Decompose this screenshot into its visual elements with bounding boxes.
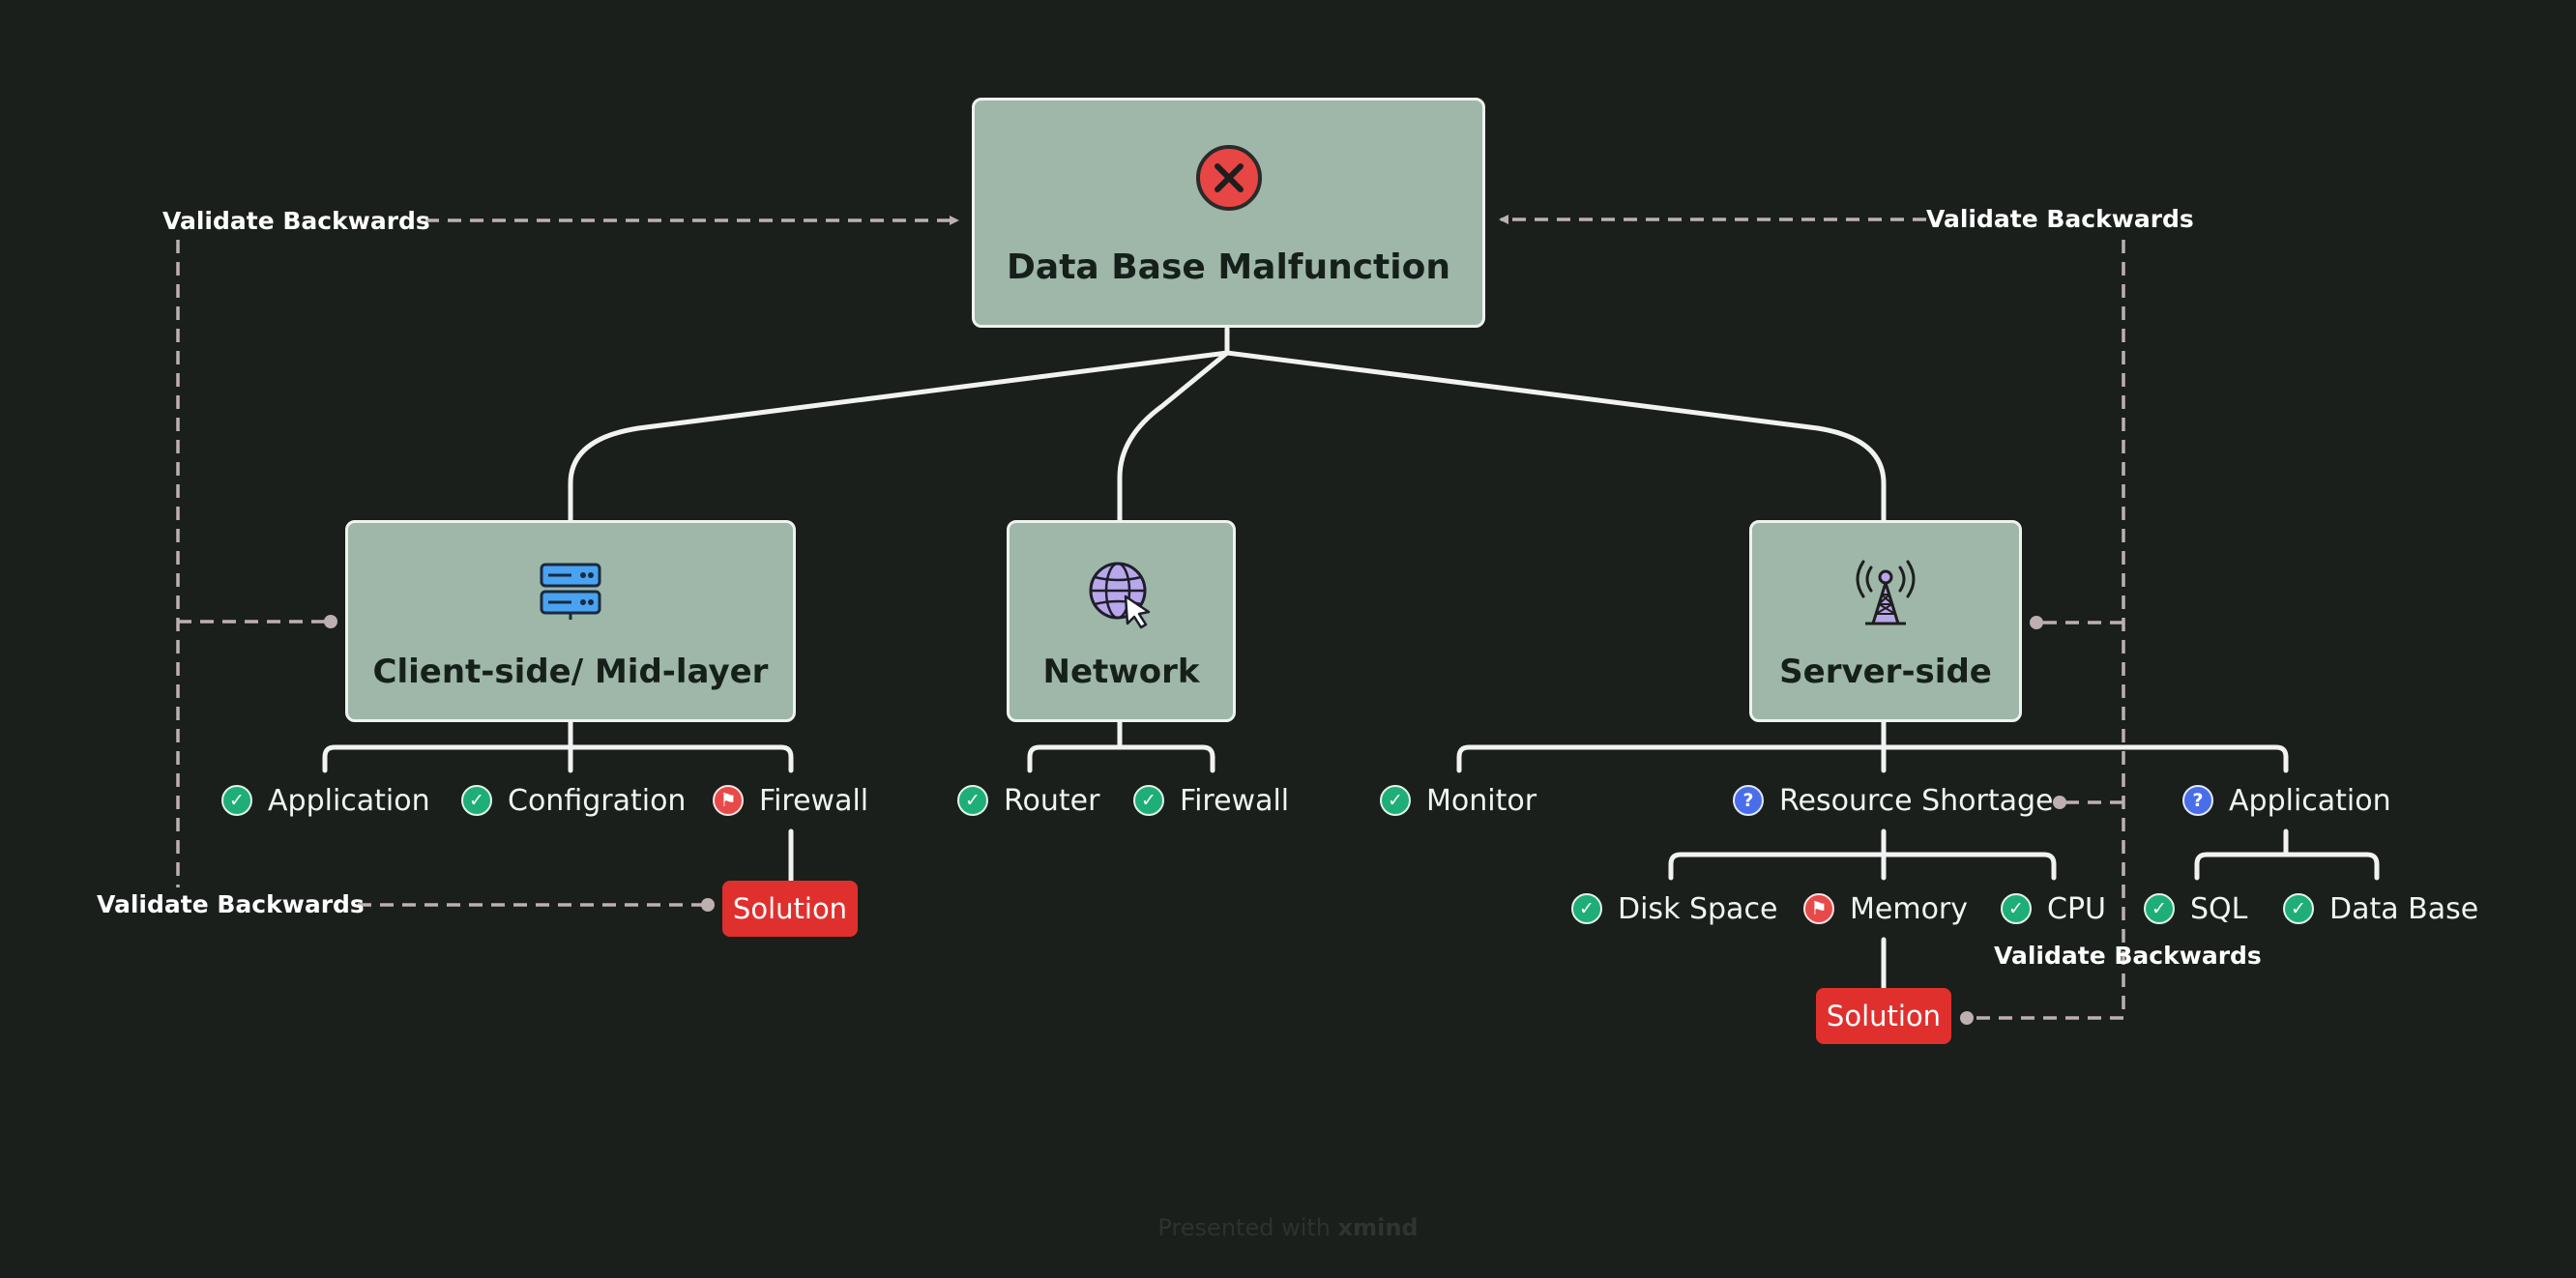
leaf-label: Firewall xyxy=(1180,783,1290,818)
relationship-label-bottom-right[interactable]: Validate Backwards xyxy=(1994,940,2262,973)
relationship-dot-bottom-left xyxy=(701,898,715,912)
flag-icon: ⚑ xyxy=(1803,893,1834,924)
relationship-label-bottom-left[interactable]: Validate Backwards xyxy=(97,888,365,921)
relationship-label-top-left[interactable]: Validate Backwards xyxy=(162,205,430,238)
server-rack-icon xyxy=(540,563,601,620)
check-icon: ✓ xyxy=(1571,893,1602,924)
x-circle-icon xyxy=(1195,145,1262,211)
check-icon: ✓ xyxy=(221,785,252,816)
leaf-label: Memory xyxy=(1850,891,1969,926)
connector-network-children xyxy=(1027,717,1215,773)
network-title: Network xyxy=(1042,653,1200,691)
leaf-application-data-base[interactable]: ✓ Data Base xyxy=(2283,889,2478,928)
leaf-label: CPU xyxy=(2047,891,2106,926)
leaf-resource-disk-space[interactable]: ✓ Disk Space xyxy=(1571,889,1777,928)
server-title: Server-side xyxy=(1779,653,1992,691)
leaf-client-application[interactable]: ✓ Application xyxy=(221,781,430,820)
connector-application-children xyxy=(2194,828,2380,881)
branch-node-client[interactable]: Client-side/ Mid-layer xyxy=(345,520,796,722)
server-solution[interactable]: Solution xyxy=(1816,988,1951,1044)
relationship-dot-bottom-right xyxy=(1960,1011,1974,1025)
globe-cursor-icon xyxy=(1089,562,1150,629)
check-icon: ✓ xyxy=(1380,785,1411,816)
leaf-server-resource-shortage[interactable]: ? Resource Shortage xyxy=(1733,781,2054,820)
connector-server-children xyxy=(1456,717,2289,773)
branch-node-server[interactable]: Server-side xyxy=(1749,520,2022,722)
flag-icon: ⚑ xyxy=(713,785,744,816)
leaf-application-sql[interactable]: ✓ SQL xyxy=(2144,889,2247,928)
leaf-client-firewall[interactable]: ⚑ Firewall xyxy=(713,781,868,820)
leaf-label: Data Base xyxy=(2329,891,2479,926)
check-icon: ✓ xyxy=(957,785,988,816)
leaf-label: Disk Space xyxy=(1618,891,1778,926)
leaf-network-firewall[interactable]: ✓ Firewall xyxy=(1133,781,1289,820)
check-icon: ✓ xyxy=(2001,893,2032,924)
leaf-label: Application xyxy=(2229,783,2391,818)
leaf-label: Firewall xyxy=(759,783,869,818)
root-title: Data Base Malfunction xyxy=(1007,247,1450,287)
radio-tower-icon xyxy=(1856,560,1916,625)
check-icon: ✓ xyxy=(2144,893,2175,924)
leaf-label: SQL xyxy=(2190,891,2248,926)
client-solution[interactable]: Solution xyxy=(722,881,858,937)
footer-watermark: Presented with xmind xyxy=(0,1214,2576,1241)
relationship-label-top-right[interactable]: Validate Backwards xyxy=(1926,203,2194,236)
footer-prefix: Presented with xyxy=(1157,1214,1331,1241)
relationship-dot-resource xyxy=(2053,796,2066,809)
leaf-client-configration[interactable]: ✓ Configration xyxy=(461,781,686,820)
check-icon: ✓ xyxy=(1133,785,1164,816)
connector-root-network xyxy=(1117,350,1230,525)
mind-map-canvas: Data Base Malfunction Client-side/ Mid-l… xyxy=(0,0,2576,1278)
check-icon: ✓ xyxy=(2283,893,2314,924)
footer-brand: xmind xyxy=(1337,1214,1419,1241)
leaf-label: Configration xyxy=(508,783,687,818)
leaf-resource-memory[interactable]: ⚑ Memory xyxy=(1803,889,1968,928)
connector-client-children xyxy=(322,717,794,773)
relationship-dot-server xyxy=(2030,616,2043,629)
leaf-label: Router xyxy=(1004,783,1100,818)
connector-resource-children xyxy=(1668,828,2057,881)
connector-root-server xyxy=(1224,350,1887,525)
leaf-resource-cpu[interactable]: ✓ CPU xyxy=(2001,889,2106,928)
leaf-server-application[interactable]: ? Application xyxy=(2182,781,2391,820)
relationship-dot-client xyxy=(324,615,337,628)
root-node[interactable]: Data Base Malfunction xyxy=(972,98,1485,328)
connector-root-client xyxy=(568,350,1230,525)
client-title: Client-side/ Mid-layer xyxy=(372,653,769,691)
question-icon: ? xyxy=(1733,785,1764,816)
question-icon: ? xyxy=(2182,785,2213,816)
leaf-network-router[interactable]: ✓ Router xyxy=(957,781,1099,820)
leaf-label: Application xyxy=(268,783,430,818)
leaf-label: Resource Shortage xyxy=(1779,783,2054,818)
check-icon: ✓ xyxy=(461,785,492,816)
leaf-label: Monitor xyxy=(1426,783,1537,818)
leaf-server-monitor[interactable]: ✓ Monitor xyxy=(1380,781,1537,820)
branch-node-network[interactable]: Network xyxy=(1007,520,1236,722)
